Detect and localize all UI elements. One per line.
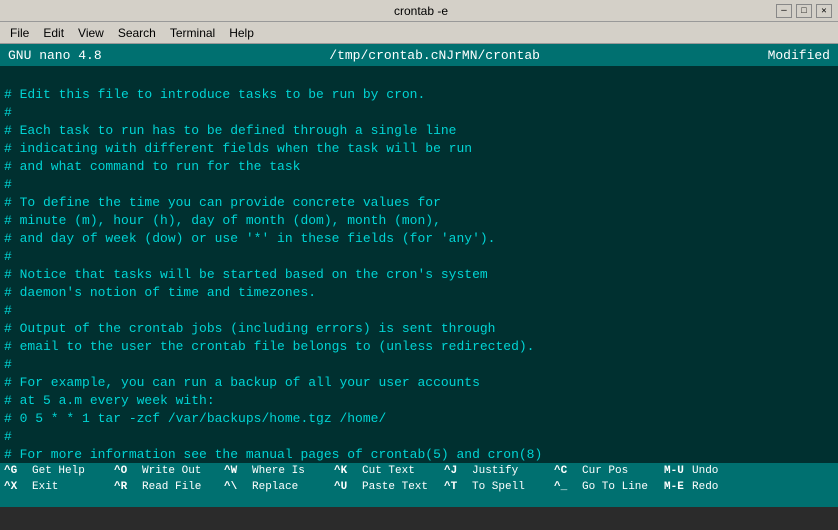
shortcut-O[interactable]: ^O Write Out: [110, 463, 220, 479]
shortcut-label: Redo: [692, 481, 718, 493]
menu-item-file[interactable]: File: [4, 24, 35, 42]
shortcut-key: ^J: [444, 465, 472, 477]
shortcut-R[interactable]: ^R Read File: [110, 479, 220, 495]
editor-line: # minute (m), hour (h), day of month (do…: [4, 212, 834, 230]
editor-line: #: [4, 248, 834, 266]
editor-line: # Edit this file to introduce tasks to b…: [4, 86, 834, 104]
shortcut-G[interactable]: ^G Get Help: [0, 463, 110, 479]
nano-status-bar: GNU nano 4.8 /tmp/crontab.cNJrMN/crontab…: [0, 44, 838, 66]
shortcut-key: ^X: [4, 481, 32, 493]
shortcuts-bar: ^G Get Help^O Write Out^W Where Is^K Cut…: [0, 463, 838, 507]
editor-line: #: [4, 104, 834, 122]
menu-item-view[interactable]: View: [72, 24, 110, 42]
editor-line: # Notice that tasks will be started base…: [4, 266, 834, 284]
shortcut-label: Where Is: [252, 465, 305, 477]
shortcut-label: Read File: [142, 481, 201, 493]
editor-line: # To define the time you can provide con…: [4, 194, 834, 212]
shortcut-label: Get Help: [32, 465, 85, 477]
shortcut-U[interactable]: ^U Paste Text: [330, 479, 440, 495]
close-button[interactable]: ✕: [816, 4, 832, 18]
editor-line: #: [4, 356, 834, 374]
shortcut-key: ^R: [114, 481, 142, 493]
shortcut-K[interactable]: ^K Cut Text: [330, 463, 440, 479]
shortcut-label: Exit: [32, 481, 58, 493]
shortcut-[interactable]: ^_ Go To Line: [550, 479, 660, 495]
shortcut-key: ^O: [114, 465, 142, 477]
shortcut-J[interactable]: ^J Justify: [440, 463, 550, 479]
menu-item-terminal[interactable]: Terminal: [164, 24, 221, 42]
shortcut-key: ^C: [554, 465, 582, 477]
menu-bar: FileEditViewSearchTerminalHelp: [0, 22, 838, 44]
nano-version: GNU nano 4.8: [8, 48, 102, 63]
shortcut-label: Paste Text: [362, 481, 428, 493]
shortcut-[interactable]: ^\ Replace: [220, 479, 330, 495]
shortcut-key: M-E: [664, 481, 692, 493]
editor-area[interactable]: # Edit this file to introduce tasks to b…: [0, 66, 838, 463]
editor-line: # indicating with different fields when …: [4, 140, 834, 158]
editor-line: # For more information see the manual pa…: [4, 446, 834, 463]
shortcut-key: ^_: [554, 481, 582, 493]
shortcut-key: ^K: [334, 465, 362, 477]
editor-line: # email to the user the crontab file bel…: [4, 338, 834, 356]
editor-line: # Output of the crontab jobs (including …: [4, 320, 834, 338]
shortcut-W[interactable]: ^W Where Is: [220, 463, 330, 479]
editor-line: # For example, you can run a backup of a…: [4, 374, 834, 392]
editor-line: #: [4, 428, 834, 446]
shortcut-X[interactable]: ^X Exit: [0, 479, 110, 495]
editor-line: # and day of week (dow) or use '*' in th…: [4, 230, 834, 248]
title-bar: crontab -e ─ □ ✕: [0, 0, 838, 22]
shortcut-MU[interactable]: M-U Undo: [660, 463, 770, 479]
menu-item-help[interactable]: Help: [223, 24, 260, 42]
shortcut-key: ^T: [444, 481, 472, 493]
shortcut-key: ^\: [224, 481, 252, 493]
editor-line: # and what command to run for the task: [4, 158, 834, 176]
shortcut-label: Replace: [252, 481, 298, 493]
menu-item-edit[interactable]: Edit: [37, 24, 70, 42]
shortcut-key: ^U: [334, 481, 362, 493]
shortcut-ME[interactable]: M-E Redo: [660, 479, 770, 495]
editor-line: #: [4, 302, 834, 320]
editor-line: # at 5 a.m every week with:: [4, 392, 834, 410]
minimize-button[interactable]: ─: [776, 4, 792, 18]
shortcut-label: Cur Pos: [582, 465, 628, 477]
window-controls[interactable]: ─ □ ✕: [776, 4, 832, 18]
shortcut-label: Go To Line: [582, 481, 648, 493]
shortcut-key: ^G: [4, 465, 32, 477]
shortcut-label: Write Out: [142, 465, 201, 477]
shortcut-key: ^W: [224, 465, 252, 477]
editor-line: # daemon's notion of time and timezones.: [4, 284, 834, 302]
shortcut-label: Cut Text: [362, 465, 415, 477]
modified-status: Modified: [768, 48, 830, 63]
editor-line: # Each task to run has to be defined thr…: [4, 122, 834, 140]
editor-line: # 0 5 * * 1 tar -zcf /var/backups/home.t…: [4, 410, 834, 428]
menu-item-search[interactable]: Search: [112, 24, 162, 42]
editor-line: #: [4, 176, 834, 194]
shortcut-label: To Spell: [472, 481, 525, 493]
shortcut-C[interactable]: ^C Cur Pos: [550, 463, 660, 479]
shortcut-label: Justify: [472, 465, 518, 477]
file-path: /tmp/crontab.cNJrMN/crontab: [329, 48, 540, 63]
shortcut-T[interactable]: ^T To Spell: [440, 479, 550, 495]
window-title: crontab -e: [66, 4, 776, 18]
restore-button[interactable]: □: [796, 4, 812, 18]
shortcut-key: M-U: [664, 465, 692, 477]
shortcut-label: Undo: [692, 465, 718, 477]
